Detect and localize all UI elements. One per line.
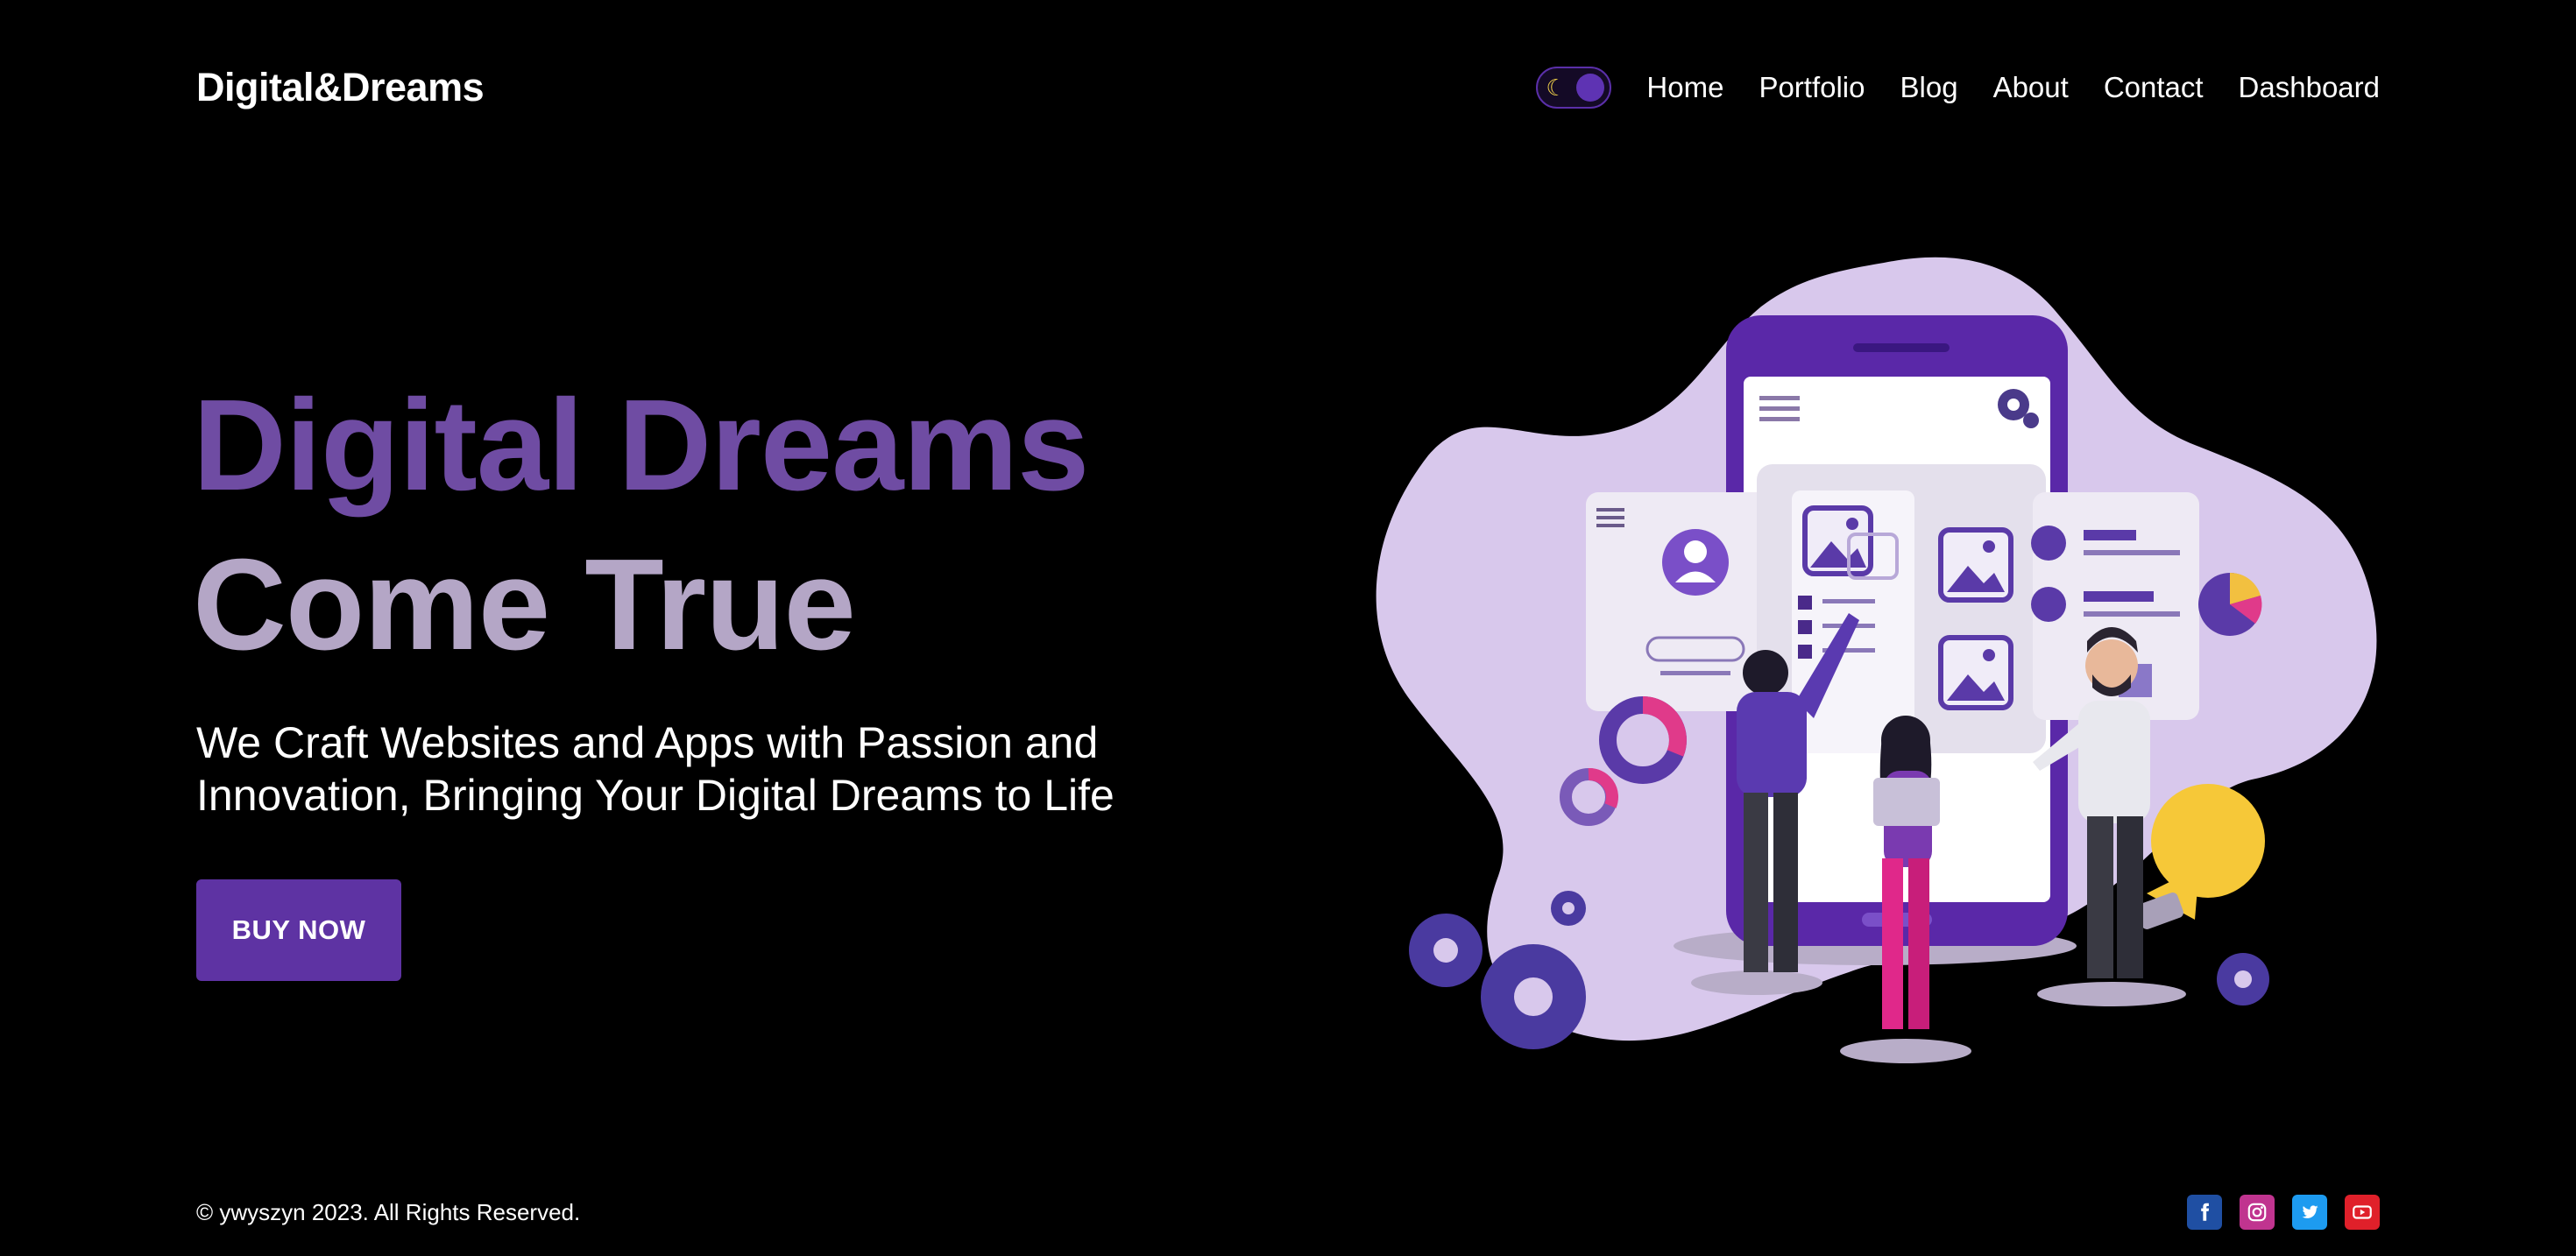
- buy-now-button[interactable]: BUY NOW: [196, 879, 401, 981]
- theme-toggle[interactable]: ☾: [1536, 67, 1612, 109]
- copyright-text: © ywyszyn 2023. All Rights Reserved.: [196, 1198, 581, 1225]
- nav-home[interactable]: Home: [1646, 71, 1723, 104]
- site-logo[interactable]: Digital&Dreams: [196, 65, 485, 110]
- hero-subtitle-line1: We Craft Websites and Apps with Passion …: [196, 718, 1099, 767]
- twitter-icon[interactable]: [2292, 1195, 2327, 1230]
- hero-subtitle: We Craft Websites and Apps with Passion …: [196, 716, 1230, 822]
- facebook-icon[interactable]: [2187, 1195, 2222, 1230]
- hero-title-line1: Digital Dreams: [193, 373, 1089, 518]
- hero-title-line2: Come True: [193, 533, 856, 677]
- nav-dashboard[interactable]: Dashboard: [2239, 71, 2380, 104]
- site-footer: © ywyszyn 2023. All Rights Reserved.: [196, 1191, 2380, 1233]
- social-links: [2187, 1195, 2380, 1230]
- nav-contact[interactable]: Contact: [2104, 71, 2204, 104]
- site-header: Digital&Dreams ☾ Home Portfolio Blog Abo…: [196, 54, 2380, 121]
- youtube-icon[interactable]: [2345, 1195, 2380, 1230]
- app-team-illustration: [1376, 257, 2377, 1063]
- nav-portfolio[interactable]: Portfolio: [1759, 71, 1865, 104]
- hero-subtitle-line2: Innovation, Bringing Your Digital Dreams…: [196, 771, 1115, 820]
- nav-about[interactable]: About: [1993, 71, 2069, 104]
- hero-title: Digital Dreams Come True: [193, 366, 1089, 685]
- main-nav: ☾ Home Portfolio Blog About Contact Dash…: [1536, 67, 2380, 109]
- nav-blog[interactable]: Blog: [1900, 71, 1958, 104]
- instagram-icon[interactable]: [2240, 1195, 2275, 1230]
- toggle-knob: [1576, 74, 1605, 102]
- moon-icon: ☾: [1546, 74, 1567, 101]
